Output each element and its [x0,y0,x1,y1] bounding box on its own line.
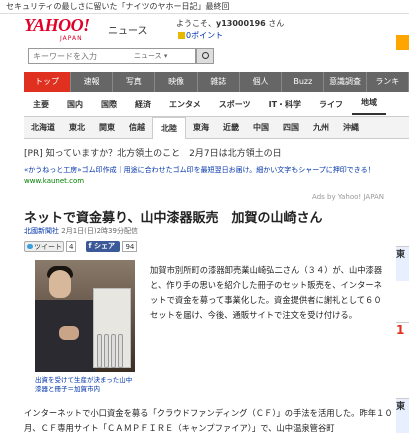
header: YAHOO! JAPAN ニュース ようこそ、y13000196 さん 0ポイン… [0,14,409,44]
top-banner[interactable]: セキュリティの最しさに留いた「ナイツのヤホー日記」最終回 [0,0,409,14]
sidebar-item-label: 東 [396,250,406,260]
points-label: 0ポイント [186,31,224,40]
tweet-count: 4 [66,241,77,252]
tab-entertainment[interactable]: エンタメ [160,99,210,110]
ad-box: «かうねっと工房»ゴム印作成｜用途に合わせたゴム印を最短翌日お届け。細かい文字も… [24,165,384,203]
pr-row[interactable]: [PR] 知っていますか？北方領土のこと 2月7日は北方領土の日 [24,146,409,160]
nav-sokuhou[interactable]: 速報 [71,72,114,92]
pr-label: [PR] [24,149,43,159]
share-count: 94 [122,241,138,252]
sidebar-item-label: 東 [396,402,406,412]
tab-domestic[interactable]: 国内 [58,99,92,110]
user-id[interactable]: y13000196 [216,19,266,28]
tweet-button[interactable]: ツイート [24,241,64,252]
tpoint-icon [178,32,185,39]
article-date: 2月1日(日)2時39分配信 [61,227,138,235]
service-name[interactable]: ニュース [108,22,148,37]
photo-chopstick [104,334,109,368]
search-button[interactable] [196,48,214,64]
tab-life[interactable]: ライフ [310,99,352,110]
region-tohoku[interactable]: 東北 [62,122,92,133]
region-shinetsu[interactable]: 信越 [122,122,152,133]
region-kanto[interactable]: 関東 [92,122,122,133]
nav-individual[interactable]: 個人 [240,72,283,92]
nav-buzz[interactable]: Buzz [282,72,325,92]
share-label: シェア [93,242,115,250]
honorific: さん [268,19,285,28]
logo-text: YAHOO! [24,15,90,35]
article-photo[interactable] [35,260,135,372]
region-hokkaido[interactable]: 北海道 [24,122,62,133]
article-paragraph-1: 加賀市別所町の漆器卸売業山崎弘二さん（３４）が、山中漆器と、作り手の思いを紹介し… [150,265,383,320]
tab-main[interactable]: 主要 [24,99,58,110]
ad-source[interactable]: Ads by Yahoo! JAPAN [312,192,384,203]
ad-url[interactable]: www.kaunet.com [24,176,384,187]
logo-sub: JAPAN [60,35,83,42]
photo-chopstick [97,334,102,368]
right-sidebar: 東 1 東 [394,226,409,440]
photo-face [49,270,71,298]
nav-survey[interactable]: 意識調査 [324,72,367,92]
pr-link[interactable]: 知っていますか？北方領土のこと 2月7日は北方領土の日 [46,149,282,159]
article-title: ネットで資金募り、山中漆器販売 加賀の山崎さん [24,211,323,226]
region-kyushu[interactable]: 九州 [306,122,336,133]
welcome-label: ようこそ、 [176,19,216,28]
tab-economy[interactable]: 経済 [126,99,160,110]
nav-magazine[interactable]: 雑誌 [198,72,240,92]
main-nav: トップ 速報 写真 映像 雑誌 個人 Buzz 意識調査 ランキ [24,72,409,92]
region-hokuriku[interactable]: 北陸 [152,116,186,139]
region-shikoku[interactable]: 四国 [276,122,306,133]
tab-sports[interactable]: スポーツ [210,99,260,110]
nav-photo[interactable]: 写真 [113,72,156,92]
tweet-label: ツイート [34,243,62,251]
tab-international[interactable]: 国際 [92,99,126,110]
side-accent [396,35,409,50]
photo-hand [59,326,79,340]
region-chugoku[interactable]: 中国 [246,122,276,133]
share-button[interactable]: f シェア [86,241,121,252]
photo-caption[interactable]: 出資を受けて生産が決まった山中漆器と冊子＝加賀市内 [35,376,137,394]
welcome-text: ようこそ、y13000196 さん [176,18,284,29]
nav-ranking[interactable]: ランキ [367,72,409,92]
byline: 北國新聞社 2月1日(日)2時39分配信 [24,226,138,236]
article-paragraph-2: インターネットで小口資金を募る「クラウドファンディング（ＣＦ）」の手法を活用した… [24,408,393,433]
twitter-icon [27,244,33,249]
ad-link[interactable]: «かうねっと工房»ゴム印作成｜用途に合わせたゴム印を最短翌日お届け。細かい文字も… [24,165,384,176]
social-buttons: ツイート 4 f シェア 94 [24,241,138,252]
points[interactable]: 0ポイント [178,30,223,41]
nav-top[interactable]: トップ [24,72,71,92]
region-nav: 北海道 東北 関東 信越 北陸 東海 近畿 中国 四国 九州 沖縄 [24,116,409,139]
yahoo-logo[interactable]: YAHOO! JAPAN [24,16,104,42]
region-kinki[interactable]: 近畿 [216,122,246,133]
region-okinawa[interactable]: 沖縄 [336,122,366,133]
sidebar-item[interactable]: 東 [396,398,409,433]
search-scope-select[interactable]: ニュース ▾ [134,49,184,63]
sidebar-item[interactable]: 東 [396,246,409,281]
sidebar-item-label: 1 [396,323,405,337]
photo-chopstick [118,334,123,368]
tab-region[interactable]: 地域 [352,93,387,115]
article-source[interactable]: 北國新聞社 [24,227,59,235]
region-tokai[interactable]: 東海 [186,122,216,133]
nav-video[interactable]: 映像 [155,72,198,92]
sidebar-item[interactable]: 1 [396,322,409,392]
search-row: ニュース ▾ [0,44,409,66]
photo-chopstick [111,334,116,368]
category-nav: 主要 国内 国際 経済 エンタメ スポーツ IT・科学 ライフ 地域 [24,92,409,117]
top-banner-link[interactable]: セキュリティの最しさに留いた「ナイツのヤホー日記」最終回 [6,2,230,11]
tab-it-science[interactable]: IT・科学 [260,99,310,110]
